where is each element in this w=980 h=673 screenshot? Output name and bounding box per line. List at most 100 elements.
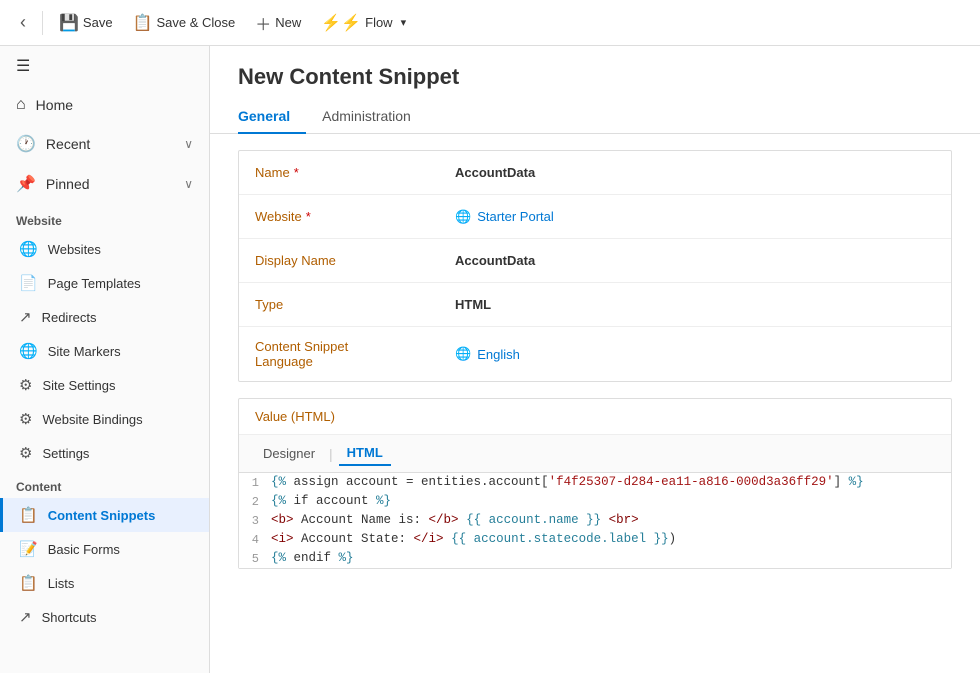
- value-section: Value (HTML) Designer | HTML 1 {% assign…: [238, 398, 952, 569]
- line-number-2: 2: [239, 494, 271, 509]
- field-content-snippet-language: Content SnippetLanguage 🌐 English: [239, 327, 951, 381]
- hamburger-icon: ☰: [16, 56, 30, 76]
- website-section-label: Website: [0, 204, 209, 232]
- site-markers-icon: 🌐: [19, 342, 38, 360]
- line-content-1: {% assign account = entities.account['f4…: [271, 475, 951, 489]
- sidebar-item-home[interactable]: ⌂ Home: [0, 86, 209, 124]
- sidebar-item-settings[interactable]: ⚙ Settings: [0, 436, 209, 470]
- form-section: Name* AccountData Website* 🌐 Starter Por…: [238, 150, 952, 382]
- line-number-5: 5: [239, 551, 271, 566]
- sidebar-item-site-settings[interactable]: ⚙ Site Settings: [0, 368, 209, 402]
- lists-icon: 📋: [19, 574, 38, 592]
- sidebar-item-websites[interactable]: 🌐 Websites: [0, 232, 209, 266]
- back-button[interactable]: ‹: [12, 8, 34, 37]
- sidebar-item-page-templates[interactable]: 📄 Page Templates: [0, 266, 209, 300]
- field-name: Name* AccountData: [239, 151, 951, 195]
- chevron-down-icon: ▾: [401, 16, 407, 29]
- line-content-2: {% if account %}: [271, 494, 951, 508]
- basic-forms-label: Basic Forms: [48, 542, 120, 557]
- line-content-4: <i> Account State: </i> {{ account.state…: [271, 532, 951, 546]
- website-value[interactable]: 🌐 Starter Portal: [455, 209, 554, 225]
- sidebar-item-content-snippets[interactable]: 📋 Content Snippets: [0, 498, 209, 532]
- sidebar-item-website-bindings[interactable]: ⚙ Website Bindings: [0, 402, 209, 436]
- name-value: AccountData: [455, 165, 535, 180]
- content-section-label: Content: [0, 470, 209, 498]
- sidebar-item-recent[interactable]: 🕐 Recent ∨: [0, 124, 209, 164]
- sidebar-item-basic-forms[interactable]: 📝 Basic Forms: [0, 532, 209, 566]
- field-type: Type HTML: [239, 283, 951, 327]
- code-line-4: 4 <i> Account State: </i> {{ account.sta…: [239, 530, 951, 549]
- content-snippet-language-value[interactable]: 🌐 English: [455, 346, 520, 362]
- website-label: Website*: [255, 209, 455, 224]
- tab-administration[interactable]: Administration: [306, 100, 427, 134]
- value-tabs: Designer | HTML: [239, 435, 951, 473]
- sidebar-item-redirects[interactable]: ↗ Redirects: [0, 300, 209, 334]
- site-settings-label: Site Settings: [42, 378, 115, 393]
- content-snippet-language-label: Content SnippetLanguage: [255, 339, 455, 369]
- content-snippets-icon: 📋: [19, 506, 38, 524]
- code-line-1: 1 {% assign account = entities.account['…: [239, 473, 951, 492]
- shortcuts-icon: ↗: [19, 608, 32, 626]
- sidebar-item-lists[interactable]: 📋 Lists: [0, 566, 209, 600]
- new-label: New: [275, 15, 301, 30]
- website-link[interactable]: Starter Portal: [477, 209, 554, 224]
- hamburger-button[interactable]: ☰: [0, 46, 209, 86]
- code-editor: 1 {% assign account = entities.account['…: [239, 473, 951, 568]
- content-snippets-label: Content Snippets: [48, 508, 156, 523]
- line-number-4: 4: [239, 532, 271, 547]
- basic-forms-icon: 📝: [19, 540, 38, 558]
- type-value: HTML: [455, 297, 491, 312]
- name-label: Name*: [255, 165, 455, 180]
- field-display-name: Display Name AccountData: [239, 239, 951, 283]
- line-number-3: 3: [239, 513, 271, 528]
- value-tab-designer[interactable]: Designer: [255, 442, 323, 465]
- redirects-label: Redirects: [42, 310, 97, 325]
- flow-icon: ⚡⚡: [321, 13, 361, 33]
- tab-general[interactable]: General: [238, 100, 306, 134]
- field-website: Website* 🌐 Starter Portal: [239, 195, 951, 239]
- line-content-5: {% endif %}: [271, 551, 951, 565]
- website-bindings-label: Website Bindings: [42, 412, 142, 427]
- code-line-3: 3 <b> Account Name is: </b> {{ account.n…: [239, 511, 951, 530]
- save-close-icon: 📋: [133, 13, 153, 33]
- sidebar-item-shortcuts[interactable]: ↗ Shortcuts: [0, 600, 209, 634]
- recent-icon: 🕐: [16, 134, 36, 154]
- website-required: *: [306, 209, 311, 224]
- flow-button[interactable]: ⚡⚡ Flow ▾: [313, 9, 414, 37]
- page-title: New Content Snippet: [210, 46, 980, 100]
- flag-icon: 🌐: [455, 346, 471, 362]
- tab-divider: |: [329, 446, 333, 462]
- site-settings-icon: ⚙: [19, 376, 32, 394]
- main-layout: ☰ ⌂ Home 🕐 Recent ∨ 📌 Pinned ∨ Website 🌐…: [0, 46, 980, 673]
- globe-icon: 🌐: [455, 209, 471, 225]
- save-close-button[interactable]: 📋 Save & Close: [125, 9, 244, 37]
- websites-icon: 🌐: [19, 240, 38, 258]
- language-link[interactable]: English: [477, 347, 520, 362]
- flow-label: Flow: [365, 15, 392, 30]
- sidebar-item-pinned[interactable]: 📌 Pinned ∨: [0, 164, 209, 204]
- settings-icon: ⚙: [19, 444, 32, 462]
- content-area: New Content Snippet General Administrati…: [210, 46, 980, 673]
- home-icon: ⌂: [16, 96, 26, 114]
- toolbar: ‹ 💾 Save 📋 Save & Close ＋ New ⚡⚡ Flow ▾: [0, 0, 980, 46]
- new-button[interactable]: ＋ New: [247, 7, 309, 39]
- display-name-label: Display Name: [255, 253, 455, 268]
- code-line-5: 5 {% endif %}: [239, 549, 951, 568]
- code-line-2: 2 {% if account %}: [239, 492, 951, 511]
- save-icon: 💾: [59, 13, 79, 33]
- type-label: Type: [255, 297, 455, 312]
- sidebar-home-label: Home: [36, 97, 73, 113]
- name-required: *: [294, 165, 299, 180]
- save-button[interactable]: 💾 Save: [51, 9, 121, 37]
- pin-icon: 📌: [16, 174, 36, 194]
- page-templates-label: Page Templates: [48, 276, 141, 291]
- website-bindings-icon: ⚙: [19, 410, 32, 428]
- new-icon: ＋: [255, 11, 271, 35]
- lists-label: Lists: [48, 576, 75, 591]
- websites-label: Websites: [48, 242, 101, 257]
- value-tab-html[interactable]: HTML: [339, 441, 391, 466]
- settings-label: Settings: [42, 446, 89, 461]
- shortcuts-label: Shortcuts: [42, 610, 97, 625]
- sidebar-item-site-markers[interactable]: 🌐 Site Markers: [0, 334, 209, 368]
- line-content-3: <b> Account Name is: </b> {{ account.nam…: [271, 513, 951, 527]
